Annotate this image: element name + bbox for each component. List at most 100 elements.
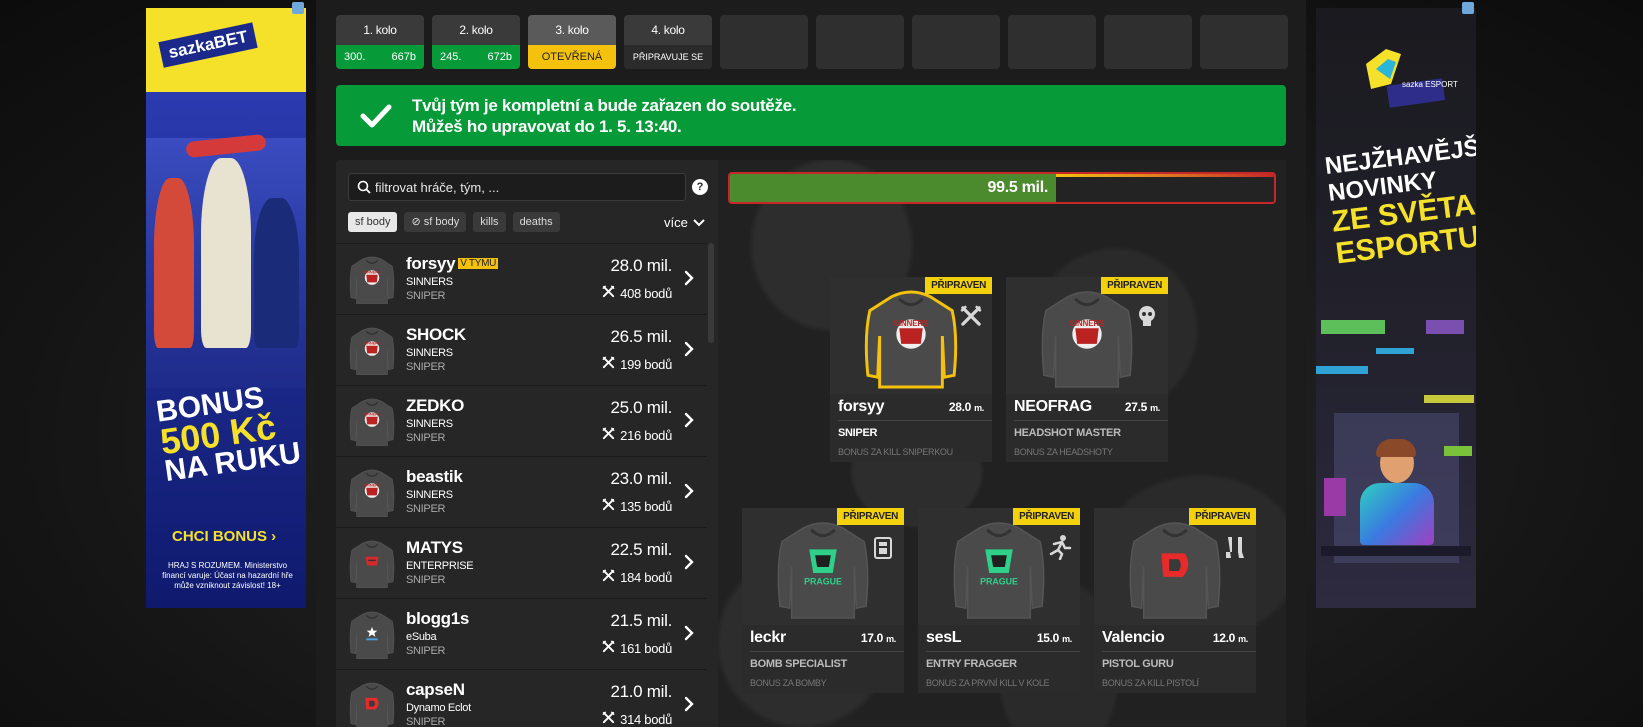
card-price: 12.0 m. [1212,631,1248,645]
player-role: SNIPER [406,361,446,373]
round-result: 300. 667b [336,45,424,69]
player-row[interactable]: SINNERS ZEDKO SINNERS SNIPER 25.0 mil. 2… [336,385,706,456]
budget-overflow-line [1056,174,1274,177]
cross-swords-icon [958,303,984,329]
round-tab-empty [1200,15,1288,69]
player-row[interactable]: MATYS ENTERPRISE SNIPER 22.5 mil. 184 bo… [336,527,706,598]
chip-kills[interactable]: kills [473,212,506,232]
player-row[interactable]: SINNERS SHOCK SINNERS SNIPER 26.5 mil. 1… [336,314,706,385]
chevron-right-icon[interactable] [684,341,694,362]
chip-sf-body[interactable]: sf body [348,212,398,232]
ad-banner-sazka-esport[interactable]: sazka ESPORT NEJŽHAVĚJŠÍ NOVINKY ZE SVĚT… [1316,8,1476,608]
chevron-right-icon[interactable] [684,270,694,291]
card-role: ENTRY FRAGGER [926,658,1017,670]
card-player-name: NEOFRAG [1014,398,1092,415]
round-tab-4[interactable]: 4. kolo PŘIPRAVUJE SE [624,15,712,69]
skull-icon [1134,303,1160,329]
card-role: BOMB SPECIALIST [750,658,847,670]
round-tab-empty [1104,15,1192,69]
card-price: 15.0 m. [1036,631,1072,645]
round-tab-3[interactable]: 3. kolo OTEVŘENÁ [528,15,616,69]
jersey-icon: SINNERS [862,287,960,391]
pistols-icon [1222,534,1248,560]
player-points: 184 bodů [601,568,672,586]
status-badge: PŘIPRAVEN [1189,508,1256,525]
ad-info-icon[interactable] [292,2,304,14]
card-price: 17.0 m. [860,631,896,645]
player-name: forsyy V TÝMU [406,254,499,273]
chevron-right-icon[interactable] [684,625,694,646]
round-status: PŘIPRAVUJE SE [624,45,712,69]
player-role: SNIPER [406,574,446,586]
round-status: OTEVŘENÁ [528,45,616,69]
svg-text:PRAGUE: PRAGUE [980,577,1018,587]
cross-swords-icon [601,426,616,444]
player-price: 25.0 mil. [610,398,672,417]
jersey-icon [1126,518,1224,622]
card-divider [838,420,992,421]
scrollbar[interactable] [708,243,714,343]
ad-cta-button[interactable]: CHCI BONUS › [172,528,276,545]
card-bonus: BONUS ZA KILL SNIPERKOU [838,447,953,457]
card-divider [750,651,904,652]
search-icon [357,180,371,194]
svg-text:SINNERS: SINNERS [363,271,380,275]
card-divider [1014,420,1168,421]
player-price: 28.0 mil. [610,256,672,275]
more-filters-button[interactable]: více [664,215,705,230]
sazkabet-logo: sazkaBET [158,22,258,68]
jersey-icon: SINNERS [348,396,396,448]
card-role: PISTOL GURU [1102,658,1174,670]
player-name: ZEDKO [406,396,465,415]
card-divider [926,651,1080,652]
ad-info-icon[interactable] [1462,2,1474,14]
lineup-card[interactable]: PRAGUE PŘIPRAVEN leckr 17.0 m. BOMB SPEC… [742,508,904,693]
help-icon[interactable]: ? [692,179,708,195]
round-tab-1[interactable]: 1. kolo 300. 667b [336,15,424,69]
player-row[interactable]: capseN Dynamo Eclot SNIPER 21.0 mil. 314… [336,669,706,727]
player-row[interactable]: SINNERS forsyy V TÝMU SINNERS SNIPER 28.0… [336,243,706,314]
chevron-right-icon[interactable] [684,412,694,433]
player-price: 26.5 mil. [610,327,672,346]
search-input[interactable] [375,179,675,195]
chevron-right-icon[interactable] [684,554,694,575]
player-name: blogg1s [406,609,470,628]
player-row[interactable]: blogg1s eSuba SNIPER 21.5 mil. 161 bodů [336,598,706,669]
search-box[interactable] [348,173,686,201]
player-list-panel: ? sf body ⊘ sf body kills deaths více SI… [336,160,718,727]
svg-text:SINNERS: SINNERS [363,342,380,346]
lineup-card[interactable]: PRAGUE PŘIPRAVEN sesL 15.0 m. ENTRY FRAG… [918,508,1080,693]
sazka-esport-logo [1366,49,1446,108]
card-bonus: BONUS ZA HEADSHOTY [1014,447,1113,457]
cross-swords-icon [601,284,616,302]
player-row[interactable]: SINNERS beastik SINNERS SNIPER 23.0 mil.… [336,456,706,527]
lineup-card[interactable]: PŘIPRAVEN Valencio 12.0 m. PISTOL GURU B… [1094,508,1256,693]
player-name: SHOCK [406,325,466,344]
card-player-name: leckr [750,629,786,646]
round-result: 245. 672b [432,45,520,69]
player-points: 199 bodů [601,355,672,373]
banner-line2: Můžeš ho upravovat do 1. 5. 13:40. [412,116,682,136]
chip-deaths[interactable]: deaths [512,212,560,232]
cross-swords-icon [601,568,616,586]
player-points: 408 bodů [601,284,672,302]
chevron-right-icon[interactable] [684,696,694,717]
ad-banner-sazkabet[interactable]: sazkaBET BONUS 500 Kč NA RUKU CHCI BONUS… [146,8,306,608]
player-name: capseN [406,680,465,699]
player-points: 314 bodů [601,710,672,727]
lineup-card[interactable]: SINNERS PŘIPRAVEN NEOFRAG 27.5 m. HEADSH… [1006,277,1168,462]
bomb-icon [870,534,896,560]
status-badge: PŘIPRAVEN [1013,508,1080,525]
round-tab-2[interactable]: 2. kolo 245. 672b [432,15,520,69]
player-points: 216 bodů [601,426,672,444]
jersey-icon: PRAGUE [950,518,1048,622]
player-name: MATYS [406,538,463,557]
team-field: 99.5 mil. SINNERS PŘIPRAVEN forsyy 28.0 … [718,160,1286,727]
team-complete-banner: Tvůj tým je kompletní a bude zařazen do … [336,85,1286,146]
chevron-right-icon[interactable] [684,483,694,504]
player-points: 161 bodů [601,639,672,657]
banner-line1: Tvůj tým je kompletní a bude zařazen do … [412,95,797,115]
chip-no-sf-body[interactable]: ⊘ sf body [404,212,467,232]
lineup-card[interactable]: SINNERS PŘIPRAVEN forsyy 28.0 m. SNIPER … [830,277,992,462]
player-role: SNIPER [406,716,446,727]
